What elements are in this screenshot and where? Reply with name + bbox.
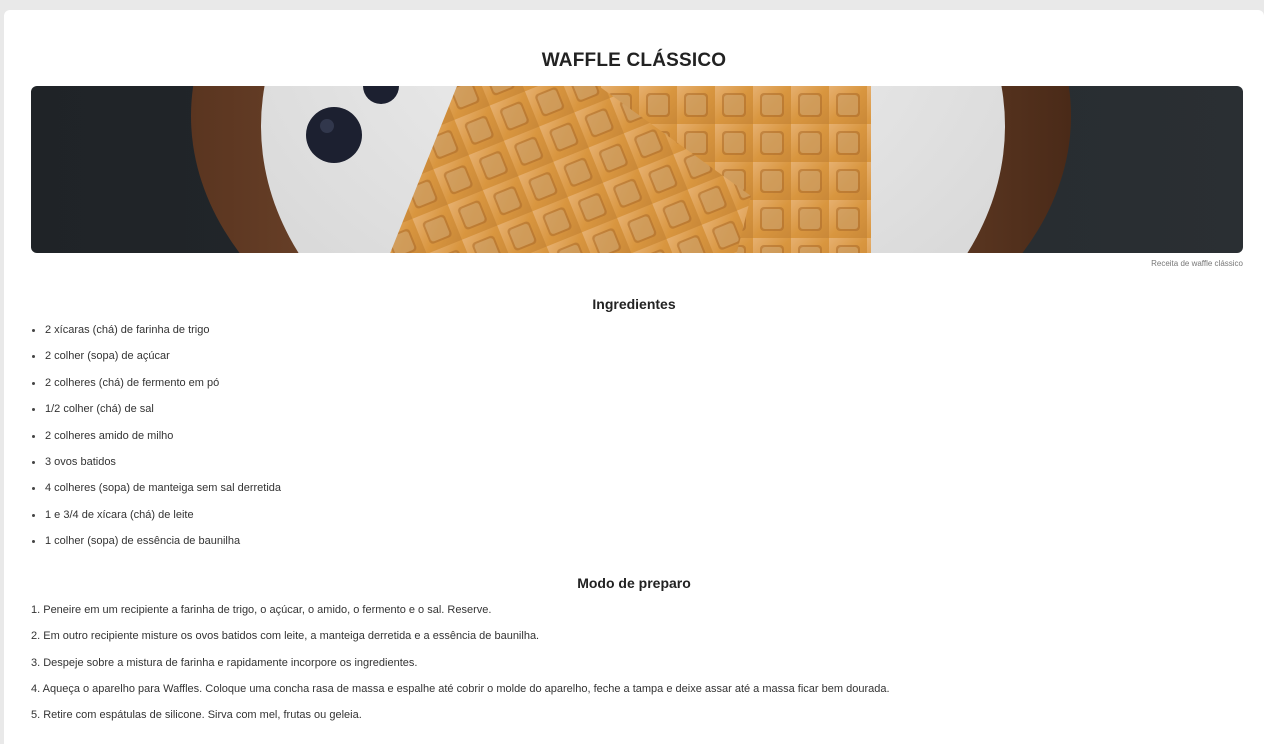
ingredient-item: 1/2 colher (chá) de sal [31, 401, 281, 427]
preparation-heading: Modo de preparo [577, 575, 691, 591]
ingredient-item: 1 e 3/4 de xícara (chá) de leite [31, 507, 281, 533]
ingredient-item: 1 colher (sopa) de essência de baunilha [31, 533, 281, 559]
ingredients-heading: Ingredientes [592, 296, 676, 312]
ingredient-item: 4 colheres (sopa) de manteiga sem sal de… [31, 480, 281, 506]
ingredient-item: 2 xícaras (chá) de farinha de trigo [31, 322, 281, 348]
ingredient-item: 3 ovos batidos [31, 454, 281, 480]
waffle-image [31, 86, 1243, 253]
page-title: WAFFLE CLÁSSICO [541, 50, 727, 71]
preparation-step: 2. Em outro recipiente misture os ovos b… [31, 630, 540, 643]
ingredient-item: 2 colheres amido de milho [31, 428, 281, 454]
image-caption: Receita de waffle clássico [1151, 259, 1243, 268]
preparation-step: 5. Retire com espátulas de silicone. Sir… [31, 709, 362, 722]
preparation-step: 3. Despeje sobre a mistura de farinha e … [31, 656, 418, 669]
ingredients-list: 2 xícaras (chá) de farinha de trigo 2 co… [31, 322, 281, 560]
preparation-step: 1. Peneire em um recipiente a farinha de… [31, 604, 492, 616]
ingredient-item: 2 colheres (chá) de fermento em pó [31, 375, 281, 401]
preparation-step: 4. Aqueça o aparelho para Waffles. Coloq… [31, 682, 890, 695]
recipe-card: WAFFLE CLÁSSICO Receita de waffle clássi… [4, 10, 1264, 744]
ingredient-item: 2 colher (sopa) de açúcar [31, 348, 281, 374]
preparation-steps: 1. Peneire em um recipiente a farinha de… [31, 602, 890, 733]
